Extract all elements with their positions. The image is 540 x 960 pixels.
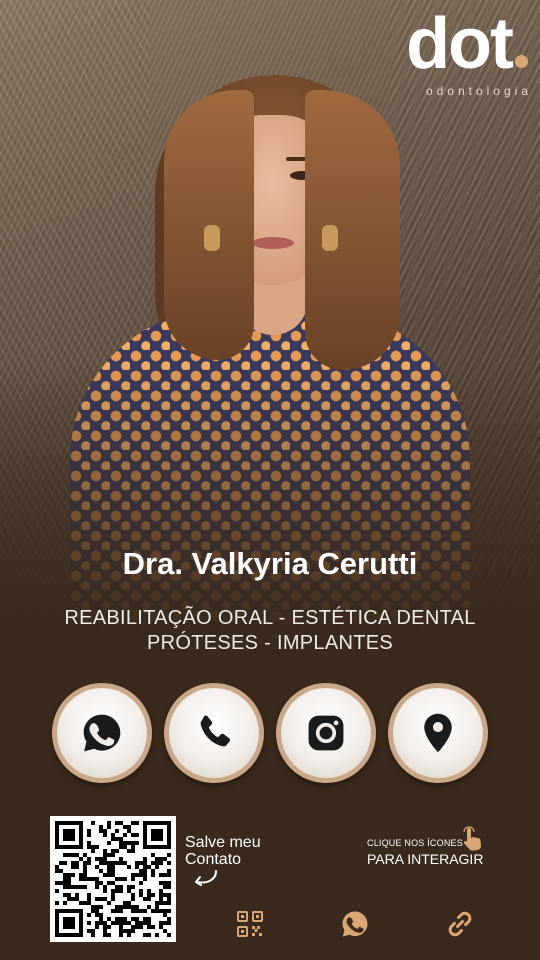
save-contact-label[interactable]: Salve meu Contato <box>185 834 295 868</box>
qr-code-image <box>55 821 171 937</box>
logo-word: dot <box>406 4 514 84</box>
logo-dot <box>515 55 528 68</box>
whatsapp-button[interactable] <box>52 683 152 783</box>
instagram-icon <box>308 715 344 751</box>
link-shortcut[interactable] <box>445 909 475 939</box>
portrait-hair-right <box>305 90 400 370</box>
whatsapp-icon <box>342 911 368 937</box>
specialties-line-1: REABILITAÇÃO ORAL - ESTÉTICA DENTAL <box>64 607 476 629</box>
curved-arrow-icon <box>195 870 217 886</box>
qr-code[interactable] <box>50 816 176 942</box>
tap-hand-icon <box>463 826 482 851</box>
brand-logo: dot odontologia <box>406 8 528 98</box>
whatsapp-shortcut[interactable] <box>340 909 370 939</box>
location-button[interactable] <box>388 683 488 783</box>
interaction-hint-small: CLIQUE NOS ÍCONES <box>367 838 463 848</box>
qr-code-modules <box>55 821 171 937</box>
portrait-lips <box>252 237 294 249</box>
instagram-button[interactable] <box>276 683 376 783</box>
specialties-line-2: PRÓTESES - IMPLANTES <box>146 632 394 654</box>
location-pin-icon <box>424 713 452 753</box>
portrait-earring-left <box>204 225 220 251</box>
whatsapp-icon <box>83 714 121 752</box>
qr-code-shortcut[interactable] <box>235 909 265 939</box>
qr-code-icon <box>237 911 263 937</box>
doctor-name: Dra. Valkyria Cerutti <box>122 546 418 581</box>
interaction-hint-big: PARA INTERAGIR <box>367 851 484 867</box>
link-icon <box>448 911 472 937</box>
logo-subtitle: odontologia <box>425 84 532 98</box>
phone-icon <box>200 715 231 747</box>
contact-buttons <box>52 683 488 783</box>
portrait-earring-right <box>322 225 338 251</box>
phone-button[interactable] <box>164 683 264 783</box>
